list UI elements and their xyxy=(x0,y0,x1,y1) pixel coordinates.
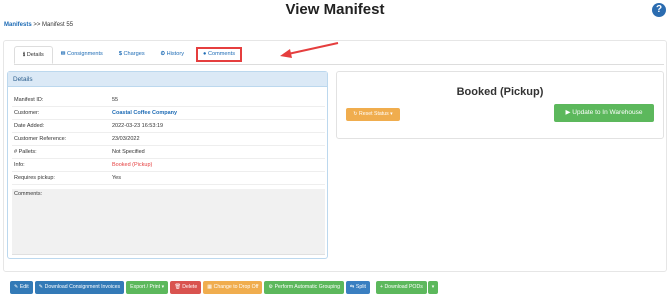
reset-icon: ↻ xyxy=(353,111,358,117)
action-toolbar: ✎ Edit ✎ Download Consignment Invoices E… xyxy=(10,281,439,294)
comment-icon: ● xyxy=(203,51,207,57)
edit-label: Edit xyxy=(19,284,29,290)
auto-grouping-button[interactable]: ⚙ Perform Automatic Grouping xyxy=(264,281,345,294)
detail-value: Not Specified xyxy=(112,149,145,155)
detail-row-date-added: Date Added: 2022-03-23 16:53:19 xyxy=(12,120,325,133)
detail-label: # Pallets: xyxy=(14,149,37,155)
status-info-value: Booked (Pickup) xyxy=(112,162,153,168)
download-invoices-label: Download Consignment Invoices xyxy=(44,284,121,290)
detail-row-info: Info: Booked (Pickup) xyxy=(12,159,325,172)
caret-down-icon: ▾ xyxy=(390,111,393,117)
status-title: Booked (Pickup) xyxy=(456,86,544,98)
detail-label: Manifest ID: xyxy=(14,97,44,103)
annotation-arrow-icon xyxy=(280,42,339,58)
reset-status-label: Reset Status xyxy=(359,111,389,117)
comments-label: Comments: xyxy=(14,191,43,197)
auto-grouping-label: Perform Automatic Grouping xyxy=(274,284,341,290)
tab-bar: ℹ Details ✉ Consignments $ Charges ⏲ His… xyxy=(14,46,242,64)
edit-button[interactable]: ✎ Edit xyxy=(10,281,33,294)
tab-charges-label: Charges xyxy=(123,51,145,57)
download-invoices-button[interactable]: ✎ Download Consignment Invoices xyxy=(34,281,125,294)
customer-link[interactable]: Coastal Coffee Company xyxy=(112,107,177,120)
pencil-icon: ✎ xyxy=(14,284,19,290)
export-print-label: Export / Print xyxy=(130,284,161,290)
comments-area: Comments: xyxy=(12,189,325,255)
detail-row-customer: Customer: Coastal Coffee Company xyxy=(12,107,325,120)
breadcrumb-current: Manifest 55 xyxy=(42,22,74,28)
status-panel: Booked (Pickup) ↻ Reset Status ▾ ▶ Updat… xyxy=(336,71,664,139)
play-icon: ▶ xyxy=(565,109,571,116)
detail-row-customer-reference: Customer Reference: 23/03/2022 xyxy=(12,133,325,146)
trash-icon: 🗑 xyxy=(174,284,181,290)
plus-icon: + xyxy=(379,284,383,290)
gear-icon: ⚙ xyxy=(268,284,274,290)
tab-charges[interactable]: $ Charges xyxy=(111,46,153,64)
caret-down-icon: ▾ xyxy=(431,284,435,290)
details-panel: Details Manifest ID: 55 Customer: Coasta… xyxy=(7,71,328,259)
split-icon: ⇆ xyxy=(350,284,355,290)
download-pods-label: Download PODs xyxy=(384,284,423,290)
export-print-button[interactable]: Export / Print ▾ xyxy=(126,281,169,294)
change-drop-off-label: Change to Drop Off xyxy=(213,284,259,290)
tab-history[interactable]: ⏲ History xyxy=(153,46,192,64)
detail-row-requires-pickup: Requires pickup: Yes xyxy=(12,172,325,185)
tab-consignments-label: Consignments xyxy=(67,51,103,57)
detail-row-pallets: # Pallets: Not Specified xyxy=(12,146,325,159)
delete-button[interactable]: 🗑 Delete xyxy=(170,281,202,294)
tabs-divider xyxy=(14,64,664,65)
info-icon: ℹ xyxy=(23,52,26,58)
detail-label: Date Added: xyxy=(14,123,45,129)
update-to-warehouse-button[interactable]: ▶ Update to In Warehouse xyxy=(554,104,654,122)
change-drop-off-button[interactable]: ▦ Change to Drop Off xyxy=(203,281,263,294)
breadcrumb: Manifests >> Manifest 55 xyxy=(4,22,73,28)
detail-label: Info: xyxy=(14,162,25,168)
download-pods-button[interactable]: + Download PODs xyxy=(375,281,427,294)
tab-comments[interactable]: ● Comments xyxy=(196,47,242,62)
envelope-icon: ✉ xyxy=(60,51,66,57)
help-icon[interactable]: ? xyxy=(652,3,666,17)
tab-comments-label: Comments xyxy=(207,51,235,57)
tab-details-label: Details xyxy=(26,52,44,58)
download-pods-dropdown-toggle[interactable]: ▾ xyxy=(427,281,439,294)
details-panel-title: Details xyxy=(8,72,327,87)
delete-label: Delete xyxy=(182,284,198,290)
detail-row-manifest-id: Manifest ID: 55 xyxy=(12,94,325,107)
detail-value: 2022-03-23 16:53:19 xyxy=(112,123,164,129)
breadcrumb-manifests-link[interactable]: Manifests xyxy=(4,22,32,28)
detail-label: Customer: xyxy=(14,110,40,116)
caret-down-icon: ▾ xyxy=(161,284,165,290)
split-button[interactable]: ⇆ Split xyxy=(346,281,370,294)
tab-details[interactable]: ℹ Details xyxy=(14,46,53,64)
split-label: Split xyxy=(355,284,366,290)
detail-label: Customer Reference: xyxy=(14,136,67,142)
dollar-icon: $ xyxy=(118,51,122,57)
tab-consignments[interactable]: ✉ Consignments xyxy=(53,46,111,64)
calendar-icon: ▦ xyxy=(207,284,213,290)
pencil-icon: ✎ xyxy=(38,284,44,290)
reset-status-button[interactable]: ↻ Reset Status ▾ xyxy=(346,108,400,121)
detail-label: Requires pickup: xyxy=(14,175,55,181)
breadcrumb-separator: >> xyxy=(33,22,41,28)
detail-value: 23/03/2022 xyxy=(112,136,140,142)
update-label: Update to In Warehouse xyxy=(572,109,643,116)
page-title: View Manifest xyxy=(285,1,385,18)
detail-value: 55 xyxy=(112,97,119,103)
detail-value: Yes xyxy=(112,175,121,181)
clock-icon: ⏲ xyxy=(160,51,166,57)
tab-history-label: History xyxy=(166,51,184,57)
